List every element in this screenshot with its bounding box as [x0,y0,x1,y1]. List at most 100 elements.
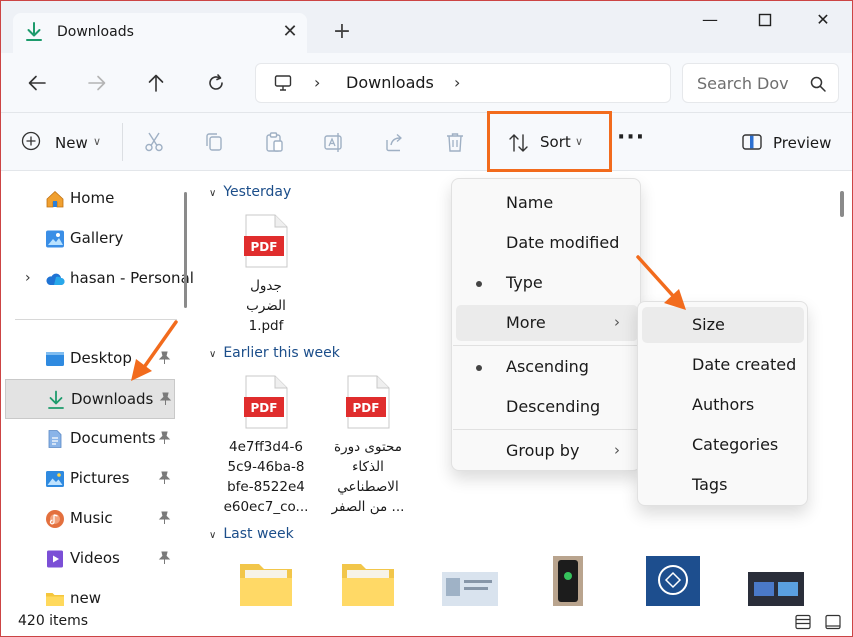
sort-button[interactable]: Sort ∨ [487,111,612,172]
sidebar-item-gallery[interactable]: Gallery [5,219,175,259]
sidebar-item-label: hasan - Personal [70,269,194,287]
breadcrumb-chevron-icon[interactable]: › [454,73,460,92]
share-icon[interactable] [384,131,406,153]
search-box[interactable] [682,63,839,103]
image-thumbnail[interactable] [748,572,804,606]
file-name-line: bfe-8522e4 [227,479,305,495]
group-header-last-week[interactable]: ∨ Last week [209,526,294,542]
sort-more[interactable]: More › [456,305,638,341]
menu-item-label: Size [692,315,725,334]
chevron-right-icon: › [614,313,620,331]
paste-icon[interactable] [263,131,285,153]
sidebar-item-label: Music [70,509,113,527]
details-view-icon[interactable] [795,614,811,630]
sidebar-item-label: Videos [70,549,120,567]
tab-downloads[interactable]: Downloads ✕ [13,13,307,53]
file-item[interactable]: PDF 4e7ff3d4-6 5c9-46ba-8 bfe-8522e4 e60… [216,375,316,517]
group-header-yesterday[interactable]: ∨ Yesterday [209,184,291,200]
chevron-down-icon: ∨ [93,135,102,148]
chevron-right-icon: › [614,441,620,459]
sort-by-authors[interactable]: Authors [642,387,804,423]
menu-item-label: Authors [692,395,755,414]
close-icon[interactable]: ✕ [801,5,845,37]
sort-ascending[interactable]: Ascending [456,349,638,385]
cut-icon[interactable] [143,131,165,153]
file-name-line: 1.pdf [248,318,284,334]
close-tab-icon[interactable]: ✕ [279,21,301,43]
sort-by-date-modified[interactable]: Date modified [456,225,638,261]
plus-icon [21,131,41,151]
file-name-line: الاصطناعي [337,479,399,495]
sort-by-name[interactable]: Name [456,185,638,221]
menu-item-label: Categories [692,435,779,454]
group-title: Earlier this week [223,345,340,361]
sidebar-item-downloads[interactable]: Downloads [5,379,175,419]
sidebar-item-videos[interactable]: Videos [5,539,175,579]
image-thumbnail[interactable] [646,556,700,606]
divider [122,123,123,161]
back-icon[interactable] [23,69,51,97]
sidebar-item-pictures[interactable]: Pictures [5,459,175,499]
maximize-icon[interactable] [743,5,787,37]
search-input[interactable] [697,72,797,94]
breadcrumb-chevron-icon[interactable]: › [314,73,320,92]
tiles-view-icon[interactable] [825,614,841,630]
file-item[interactable]: PDF جدول الضرب 1.pdf [216,214,316,336]
content-scrollbar[interactable] [840,191,844,217]
sidebar-item-onedrive[interactable]: › hasan - Personal [5,259,194,299]
image-thumbnail[interactable] [553,556,583,606]
chevron-down-icon: ∨ [575,135,584,148]
menu-item-label: Descending [506,397,601,416]
address-bar[interactable]: › Downloads › [255,63,671,103]
sort-label: Sort [540,133,571,151]
videos-icon [47,550,63,568]
pin-icon[interactable] [157,471,171,485]
new-tab-icon[interactable]: + [329,21,355,45]
up-icon[interactable] [142,69,170,97]
music-icon [46,510,64,528]
folder-thumbnail[interactable] [341,560,395,606]
pin-icon[interactable] [157,511,171,525]
file-item[interactable]: PDF محتوى دورة الذكاء الاصطناعي من الصفر… [318,375,418,517]
group-title: Last week [223,526,294,542]
sort-by-categories[interactable]: Categories [642,427,804,463]
chevron-right-icon[interactable]: › [25,270,31,286]
sidebar-scrollbar[interactable] [184,192,187,308]
this-pc-icon [274,75,292,91]
sidebar-item-documents[interactable]: Documents [5,419,175,459]
sidebar-item-music[interactable]: Music [5,499,175,539]
more-options-icon[interactable]: ··· [617,127,644,152]
file-name: جدول الضرب 1.pdf [216,276,316,336]
pdf-file-icon: PDF [346,375,390,429]
gallery-icon [46,230,64,248]
refresh-icon[interactable] [202,69,230,97]
copy-icon[interactable] [203,131,225,153]
sort-by-tags[interactable]: Tags [642,467,804,503]
file-name-line: 5c9-46ba-8 [227,459,305,475]
chevron-down-icon: ∨ [209,530,217,541]
pin-icon[interactable] [158,392,172,406]
file-name-line: الضرب [246,298,286,314]
pin-icon[interactable] [157,551,171,565]
tab-title: Downloads [57,24,134,40]
minimize-icon[interactable]: — [688,5,732,37]
pdf-badge: PDF [251,401,278,415]
search-icon[interactable] [809,75,827,93]
delete-icon[interactable] [444,131,466,153]
file-name-line: محتوى دورة [334,439,402,455]
forward-icon[interactable] [83,69,111,97]
sidebar-item-home[interactable]: Home [5,179,175,219]
preview-label: Preview [773,134,832,152]
sidebar-item-label: Pictures [70,469,130,487]
group-header-earlier-this-week[interactable]: ∨ Earlier this week [209,345,340,361]
sort-by-type[interactable]: Type [456,265,638,301]
folder-thumbnail[interactable] [239,560,293,606]
annotation-arrow-icon [636,255,686,310]
rename-icon[interactable] [323,131,345,153]
breadcrumb-downloads[interactable]: Downloads [346,73,434,92]
sort-descending[interactable]: Descending [456,389,638,425]
pin-icon[interactable] [157,431,171,445]
sort-group-by[interactable]: Group by › [456,433,638,469]
image-thumbnail[interactable] [442,572,498,606]
sort-by-date-created[interactable]: Date created [642,347,804,383]
